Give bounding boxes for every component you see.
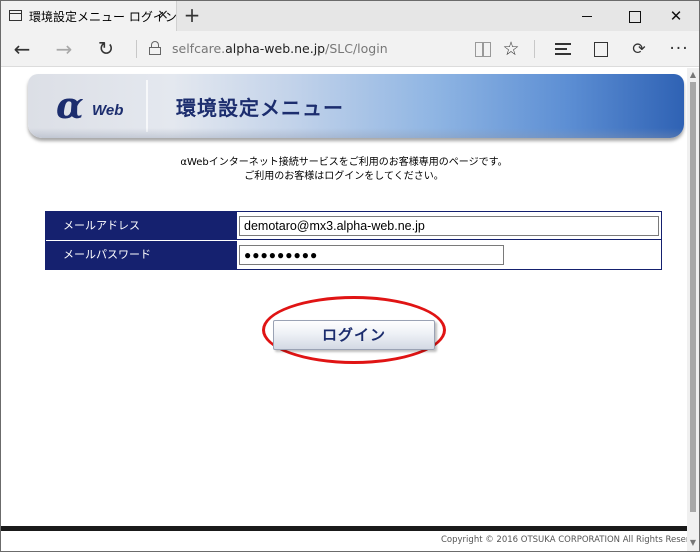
banner-divider: [146, 80, 148, 132]
refresh-icon[interactable]: ↻: [91, 35, 121, 63]
favorite-star-icon[interactable]: ☆: [497, 35, 525, 63]
alpha-web-logo: α Web: [56, 86, 136, 126]
password-label: メールパスワード: [46, 241, 236, 269]
email-row: メールアドレス demotaro@mx3.alpha-web.ne.jp: [46, 212, 661, 240]
navigation-bar: ← → ↻ selfcare.alpha-web.ne.jp/SLC/login…: [1, 31, 699, 67]
more-options-icon[interactable]: ···: [665, 35, 693, 63]
intro-text: αWebインターネット接続サービスをご利用のお客様専用のページです。 ご利用のお…: [1, 156, 687, 184]
intro-line-2: ご利用のお客様はログインをしてください。: [244, 171, 444, 182]
back-arrow-icon[interactable]: ←: [7, 35, 37, 63]
email-cell: demotaro@mx3.alpha-web.ne.jp: [236, 212, 661, 240]
new-tab-icon[interactable]: +: [181, 4, 203, 26]
footer-bar: [1, 526, 687, 531]
hub-menu-icon[interactable]: [549, 35, 577, 63]
tab-close-icon[interactable]: ×: [154, 6, 172, 24]
minimize-button[interactable]: [564, 1, 610, 31]
scrollbar-thumb[interactable]: [690, 82, 696, 512]
url-path: /SLC/login: [325, 41, 388, 56]
login-form: メールアドレス demotaro@mx3.alpha-web.ne.jp メール…: [45, 211, 662, 270]
reading-view-icon[interactable]: [469, 35, 497, 63]
logo-alpha: α: [56, 85, 84, 127]
browser-window: 環境設定メニュー ログイン × + ✕ ← → ↻ selfcare.alpha…: [0, 0, 700, 552]
maximize-button[interactable]: [611, 1, 657, 31]
browser-tab[interactable]: 環境設定メニュー ログイン ×: [1, 1, 177, 31]
title-bar: 環境設定メニュー ログイン × + ✕: [1, 1, 699, 31]
forward-arrow-icon[interactable]: →: [49, 35, 79, 63]
password-field[interactable]: ●●●●●●●●●: [239, 245, 504, 265]
url-host: alpha-web.ne.jp: [225, 41, 326, 56]
header-banner: α Web 環境設定メニュー: [28, 74, 684, 138]
web-note-icon[interactable]: [587, 35, 615, 63]
intro-line-1: αWebインターネット接続サービスをご利用のお客様専用のページです。: [180, 157, 508, 168]
page-content: α Web 環境設定メニュー αWebインターネット接続サービスをご利用のお客様…: [1, 68, 687, 551]
email-field[interactable]: demotaro@mx3.alpha-web.ne.jp: [239, 216, 659, 236]
password-row: メールパスワード ●●●●●●●●●: [46, 241, 661, 269]
address-bar[interactable]: selfcare.alpha-web.ne.jp/SLC/login: [172, 41, 388, 56]
logo-web: Web: [92, 102, 124, 119]
scroll-up-arrow-icon[interactable]: ▲: [689, 70, 697, 80]
page-icon: [9, 10, 22, 21]
share-icon[interactable]: ⟳: [625, 35, 653, 63]
vertical-scrollbar[interactable]: ▲ ▼: [687, 68, 699, 551]
window-close-button[interactable]: ✕: [653, 1, 699, 31]
email-label: メールアドレス: [46, 212, 236, 240]
password-cell: ●●●●●●●●●: [236, 241, 661, 269]
url-prefix: selfcare.: [172, 41, 226, 56]
copyright-text: Copyright © 2016 OTSUKA CORPORATION All …: [441, 535, 687, 545]
login-button[interactable]: ログイン: [273, 320, 435, 350]
toolbar-divider: [136, 40, 137, 58]
scroll-down-arrow-icon[interactable]: ▼: [689, 538, 697, 548]
page-title: 環境設定メニュー: [176, 96, 344, 120]
lock-icon[interactable]: [149, 41, 161, 55]
toolbar-divider: [534, 40, 535, 58]
